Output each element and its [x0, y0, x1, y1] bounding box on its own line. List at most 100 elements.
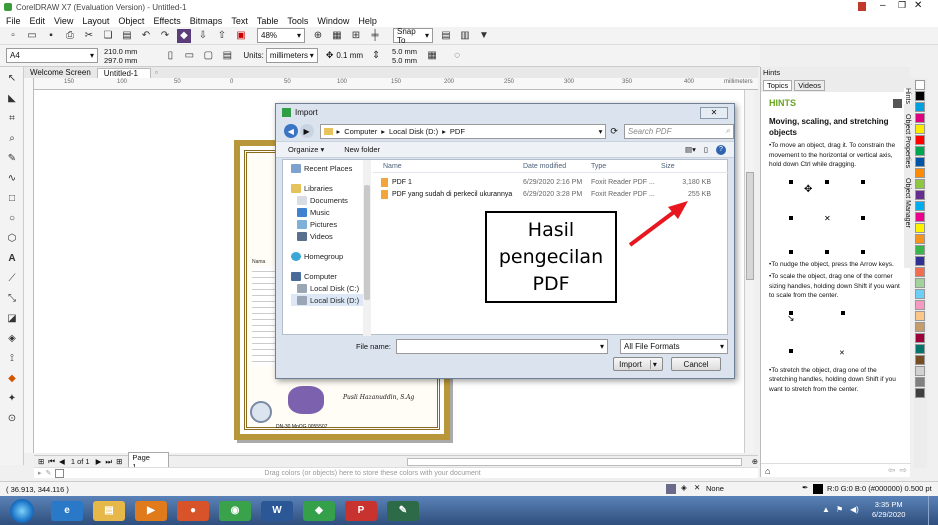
undo-icon[interactable]: ↶ [139, 29, 153, 43]
nav-music[interactable]: Music [291, 206, 370, 218]
current-page-icon[interactable]: ▤ [220, 49, 234, 63]
color-swatch[interactable] [915, 377, 925, 387]
full-screen-icon[interactable]: ⊕ [311, 29, 325, 43]
crop-tool-icon[interactable]: ⌗ [4, 110, 20, 126]
organize-button[interactable]: Organize [288, 145, 318, 154]
lock-icon[interactable]: ◌ [450, 49, 464, 63]
nav-recent-places[interactable]: Recent Places [291, 162, 370, 174]
page-width-field[interactable]: 210.0 mm [104, 47, 137, 56]
color-swatch[interactable] [915, 124, 925, 134]
copy-icon[interactable]: ❏ [101, 29, 115, 43]
vertical-ruler[interactable] [24, 78, 34, 453]
color-swatch[interactable] [915, 245, 925, 255]
color-swatch[interactable] [915, 289, 925, 299]
tab-untitled-1[interactable]: Untitled-1 [96, 67, 152, 78]
nav-computer[interactable]: Computer [291, 270, 370, 282]
color-swatch[interactable] [915, 366, 925, 376]
forward-button[interactable]: ▶ [299, 124, 314, 138]
rulers-icon[interactable]: ▦ [330, 29, 344, 43]
tab-videos[interactable]: Videos [794, 79, 826, 91]
add-page-icon[interactable]: ⊞ [116, 457, 122, 466]
menu-view[interactable]: View [54, 16, 73, 26]
column-date[interactable]: Date modified [523, 163, 591, 170]
refresh-icon[interactable]: ⟳ [610, 126, 618, 137]
redo-icon[interactable]: ↷ [158, 29, 172, 43]
volume-icon[interactable]: ◀) [850, 505, 859, 514]
menu-window[interactable]: Window [317, 16, 349, 26]
zoom-nav-icon[interactable]: ⊕ [752, 457, 758, 466]
export-icon[interactable]: ⇧ [215, 29, 229, 43]
color-swatch[interactable] [915, 179, 925, 189]
polygon-tool-icon[interactable]: ⬡ [4, 230, 20, 246]
connector-tool-icon[interactable]: ⤡ [4, 290, 20, 306]
dialog-close-button[interactable]: ✕ [700, 106, 728, 119]
book-icon[interactable] [893, 98, 902, 108]
drop-shadow-icon[interactable]: ◪ [4, 310, 20, 326]
filename-input[interactable]: ▾ [396, 338, 609, 354]
cancel-button[interactable]: Cancel [671, 357, 721, 371]
nudge-spinner-icon[interactable]: ⇕ [369, 49, 383, 63]
search-input[interactable]: Search PDF ⌕ [623, 123, 734, 139]
breadcrumb-computer[interactable]: Computer [344, 127, 377, 136]
color-swatch[interactable] [915, 113, 925, 123]
firefox-taskbar-icon[interactable]: ● [177, 500, 209, 521]
color-swatch[interactable] [915, 278, 925, 288]
freehand-tool-icon[interactable]: ✎ [4, 150, 20, 166]
nav-videos[interactable]: Videos [291, 230, 370, 242]
color-swatch[interactable] [915, 168, 925, 178]
color-swatch[interactable] [915, 388, 925, 398]
column-size[interactable]: Size [661, 163, 711, 170]
menu-bitmaps[interactable]: Bitmaps [190, 16, 223, 26]
start-button[interactable] [10, 498, 34, 523]
save-icon[interactable]: ▪ [44, 29, 58, 43]
interactive-fill-icon[interactable]: ◆ [4, 370, 20, 386]
color-swatch[interactable] [915, 256, 925, 266]
color-swatch[interactable] [915, 267, 925, 277]
menu-help[interactable]: Help [358, 16, 377, 26]
palette-arrow-icon[interactable]: ▸ [38, 469, 42, 477]
show-desktop-button[interactable] [928, 496, 938, 525]
new-folder-button[interactable]: New folder [344, 145, 380, 154]
color-swatch[interactable] [915, 91, 925, 101]
color-swatch[interactable] [915, 80, 925, 90]
page-size-dropdown[interactable]: A4 ▾ [6, 48, 98, 63]
side-tab-object-properties[interactable]: Object Properties [904, 114, 911, 168]
snap-to-dropdown[interactable]: Snap To ▾ [393, 27, 433, 45]
tab-topics[interactable]: Topics [763, 79, 793, 91]
color-swatch[interactable] [915, 300, 925, 310]
treat-as-filled-icon[interactable]: ▦ [425, 49, 439, 63]
color-swatch[interactable] [915, 201, 925, 211]
color-swatch[interactable] [915, 333, 925, 343]
corel-capture-taskbar-icon[interactable]: ✎ [387, 500, 419, 521]
dup-x-field[interactable]: 5.0 mm [392, 47, 417, 56]
menu-tools[interactable]: Tools [287, 16, 308, 26]
preview-pane-icon[interactable]: ▯ [704, 145, 708, 154]
options-dropdown-icon[interactable]: ▼ [477, 29, 491, 43]
rectangle-tool-icon[interactable]: □ [4, 190, 20, 206]
media-player-taskbar-icon[interactable]: ▶ [135, 500, 167, 521]
horizontal-ruler[interactable]: 150 100 50 0 50 100 150 200 250 300 350 … [34, 78, 758, 90]
side-tab-object-manager[interactable]: Object Manager [904, 178, 911, 228]
forward-arrow-icon[interactable]: ⇨ [899, 465, 907, 476]
color-swatch[interactable] [915, 212, 925, 222]
publish-pdf-icon[interactable]: ▣ [234, 29, 248, 43]
color-swatch[interactable] [915, 146, 925, 156]
new-icon[interactable]: ▫ [6, 29, 20, 43]
print-icon[interactable]: ⎙ [63, 29, 77, 43]
zoom-tool-icon[interactable]: ⌕ [4, 130, 20, 146]
column-name[interactable]: Name [373, 163, 523, 170]
prev-page-icon[interactable]: ◀ [59, 457, 65, 466]
new-tab-icon[interactable]: ▫ [155, 68, 158, 77]
color-swatch[interactable] [915, 157, 925, 167]
nav-scrollbar[interactable] [363, 160, 371, 336]
back-arrow-icon[interactable]: ⇦ [888, 465, 896, 476]
first-page-icon[interactable]: ⏮ [48, 457, 55, 467]
menu-effects[interactable]: Effects [153, 16, 180, 26]
tray-arrow-icon[interactable]: ▲ [822, 505, 830, 514]
grid-icon[interactable]: ⊞ [349, 29, 363, 43]
word-taskbar-icon[interactable]: W [261, 500, 293, 521]
canvas-scrollbar-h[interactable] [407, 457, 742, 466]
nav-homegroup[interactable]: Homegroup [291, 250, 370, 262]
color-swatch[interactable] [915, 322, 925, 332]
shape-tool-icon[interactable]: ◣ [4, 90, 20, 106]
